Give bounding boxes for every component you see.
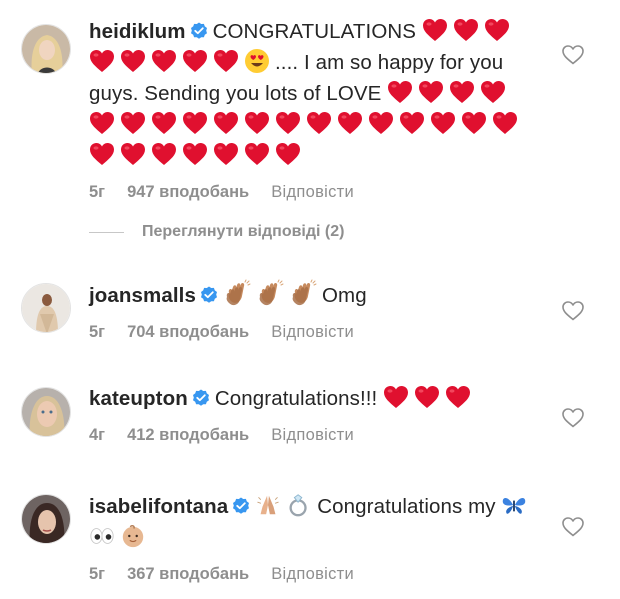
avatar[interactable] [21,387,71,437]
clap-emoji-group [223,284,322,307]
eyes-emoji [89,523,115,549]
username[interactable]: joansmalls [89,284,196,307]
like-count[interactable]: 367 вподобань [127,565,249,583]
username[interactable]: isabelifontana [89,495,228,518]
comment-meta: 4г 412 вподобань Відповісти [89,426,534,445]
comment-text: CONGRATULATIONS [212,20,417,43]
reply-button[interactable]: Відповісти [271,565,354,583]
comment-text: Omg [321,284,367,307]
heart-emoji-group [383,387,476,410]
heart-outline-icon[interactable] [562,408,584,428]
like-count[interactable]: 704 вподобань [127,323,249,341]
reply-button[interactable]: Відповісти [271,183,354,201]
avatar[interactable] [21,494,71,544]
username[interactable]: kateupton [89,387,188,410]
verified-badge-icon [200,286,218,304]
reply-button[interactable]: Відповісти [271,426,354,444]
view-replies-label: Переглянути відповіді (2) [142,223,345,240]
verified-badge-icon [192,389,210,407]
heart-outline-icon[interactable] [562,301,584,321]
comment-meta: 5г 367 вподобань Відповісти [89,565,534,584]
verified-badge-icon [190,22,208,40]
like-count[interactable]: 412 вподобань [127,426,249,444]
like-count[interactable]: 947 вподобань [127,183,249,201]
verified-badge-icon [232,497,250,515]
comment-meta: 5г 704 вподобань Відповісти [89,323,534,342]
comment-time[interactable]: 5г [89,565,105,583]
username[interactable]: heidiklum [89,20,186,43]
comment-time[interactable]: 5г [89,183,105,201]
comment-text: Congratulations!!! [214,387,378,410]
pray-emoji [255,492,281,518]
heart-eyes-emoji [244,48,270,74]
heart-outline-icon[interactable] [562,517,584,537]
baby-emoji [120,523,146,549]
heart-outline-icon[interactable] [562,45,584,65]
avatar[interactable] [21,24,71,74]
view-replies-button[interactable]: Переглянути відповіді (2) [89,222,344,242]
comment-time[interactable]: 5г [89,323,105,341]
comment-time[interactable]: 4г [89,426,105,444]
divider-line [89,231,124,233]
avatar[interactable] [21,283,71,333]
comment-text: Congratulations my [317,495,496,518]
butterfly-emoji [501,492,527,518]
comment-meta: 5г 947 вподобань Відповісти [89,183,534,202]
reply-button[interactable]: Відповісти [271,323,354,341]
ring-emoji [286,492,312,518]
